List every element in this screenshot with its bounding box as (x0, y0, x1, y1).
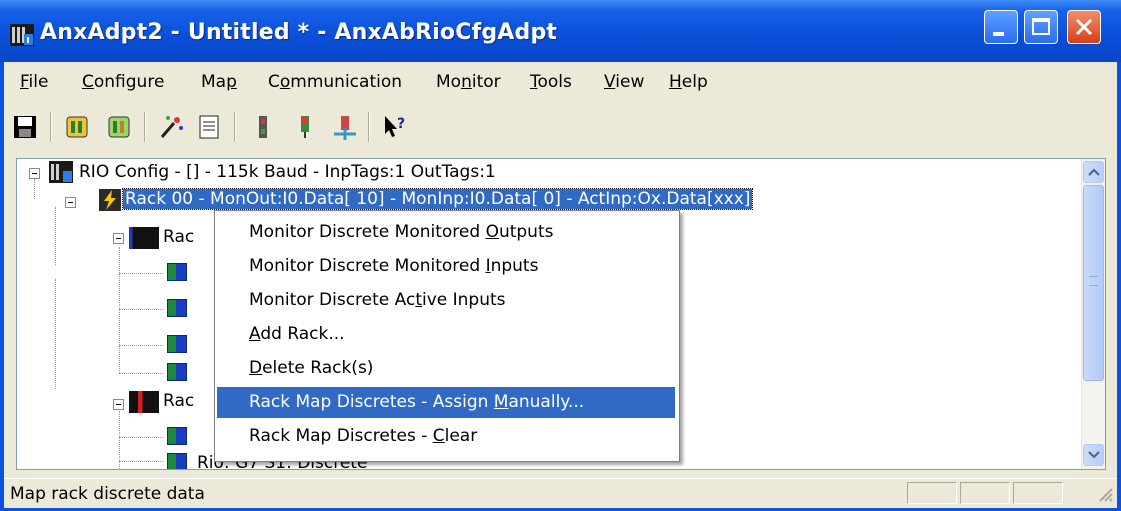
tree-line (119, 247, 120, 373)
resize-grip-icon[interactable] (1094, 483, 1114, 503)
tree-line (119, 373, 163, 374)
chevron-down-icon (1088, 451, 1100, 459)
tree-expander-rack-group-1[interactable] (113, 233, 124, 244)
maximize-button[interactable] (1024, 10, 1058, 44)
tree-line (119, 437, 163, 438)
menu-item-monitor-outputs[interactable]: Monitor Discrete Monitored Outputs (217, 217, 675, 248)
toolbar-separator (144, 112, 146, 142)
discrete-module-icon (167, 427, 187, 445)
magic-wand-icon[interactable] (156, 112, 186, 142)
menu-item-add-rack[interactable]: Add Rack... (217, 319, 675, 350)
close-icon (1075, 18, 1093, 36)
menu-communication[interactable]: Communication (268, 72, 402, 92)
scroll-grip-icon (1089, 276, 1098, 286)
tree-line (119, 273, 163, 274)
app-icon (10, 24, 34, 46)
toolbar: ? (4, 104, 1117, 150)
menu-file[interactable]: File (20, 72, 48, 92)
monitor-signal-icon[interactable] (248, 112, 278, 142)
status-pane (1013, 482, 1063, 504)
scroll-down-button[interactable] (1083, 444, 1104, 466)
menu-help[interactable]: Help (669, 72, 708, 92)
menu-item-assign-manually[interactable]: Rack Map Discretes - Assign Manually... (217, 387, 675, 418)
toolbar-separator (50, 112, 52, 142)
application-window: AnxAdpt2 - Untitled * - AnxAbRioCfgAdpt … (0, 0, 1121, 511)
menu-view[interactable]: View (604, 72, 644, 92)
tree-line (119, 461, 163, 462)
discrete-module-icon (167, 453, 187, 469)
scroll-up-button[interactable] (1083, 161, 1104, 183)
chevron-up-icon (1088, 168, 1100, 176)
tree-line (34, 179, 35, 199)
discrete-module-icon (167, 363, 187, 381)
status-bar: Map rack discrete data (4, 478, 1117, 508)
scroll-thumb[interactable] (1083, 185, 1104, 381)
connect-icon[interactable] (330, 112, 360, 142)
minimize-icon (993, 32, 1004, 36)
menu-monitor[interactable]: Monitor (436, 72, 501, 92)
menu-map[interactable]: Map (201, 72, 237, 92)
close-button[interactable] (1067, 10, 1101, 44)
tree-expander-rack-00[interactable] (65, 197, 76, 208)
document-icon[interactable] (194, 112, 224, 142)
menu-item-delete-rack[interactable]: Delete Rack(s) (217, 353, 675, 384)
context-help-icon[interactable]: ? (380, 112, 410, 142)
discrete-module-icon (167, 299, 187, 317)
tree-node-rack-00[interactable]: Rack 00 - MonOut:I0.Data[ 10] - MonInp:I… (121, 188, 754, 210)
tree-expander-rio-config[interactable] (29, 168, 40, 179)
title-bar[interactable]: AnxAdpt2 - Untitled * - AnxAbRioCfgAdpt (0, 0, 1121, 62)
toolbar-separator (368, 112, 370, 142)
maximize-icon (1032, 18, 1050, 35)
tree-line (55, 279, 56, 389)
tree-line (119, 309, 163, 310)
tree-line (119, 345, 163, 346)
monitor-signal-red-icon[interactable] (290, 112, 320, 142)
toolbar-separator (234, 112, 236, 142)
menu-item-monitor-inputs[interactable]: Monitor Discrete Monitored Inputs (217, 251, 675, 282)
rack-config-alt-icon[interactable] (104, 112, 134, 142)
tree-node-rio-config[interactable]: RIO Config - [] - 115k Baud - InpTags:1 … (79, 162, 496, 182)
status-pane (960, 482, 1010, 504)
rack-config-icon[interactable] (62, 112, 92, 142)
context-menu: Monitor Discrete Monitored Outputs Monit… (214, 210, 680, 462)
tree-expander-rack-group-2[interactable] (113, 399, 124, 410)
minimize-button[interactable] (984, 10, 1018, 44)
vertical-scrollbar[interactable] (1081, 159, 1105, 469)
menu-item-map-clear[interactable]: Rack Map Discretes - Clear (217, 421, 675, 452)
rack-chassis-red-icon (129, 391, 159, 413)
menu-configure[interactable]: Configure (82, 72, 164, 92)
window-title: AnxAdpt2 - Untitled * - AnxAbRioCfgAdpt (40, 20, 558, 45)
discrete-module-icon (167, 335, 187, 353)
menu-item-monitor-active-inputs[interactable]: Monitor Discrete Active Inputs (217, 285, 675, 316)
svg-text:?: ? (397, 116, 405, 132)
tree-node-rack-group-2[interactable]: Rac (163, 391, 194, 411)
menu-tools[interactable]: Tools (530, 72, 572, 92)
status-text: Map rack discrete data (10, 484, 205, 504)
save-icon[interactable] (10, 112, 40, 142)
menu-bar: File Configure Map Communication Monitor… (4, 62, 1117, 102)
tree-line (55, 207, 56, 265)
discrete-module-icon (167, 263, 187, 281)
rio-config-icon (49, 161, 73, 183)
rack-lightning-icon (99, 189, 121, 211)
rack-chassis-icon (129, 227, 159, 249)
status-pane (907, 482, 957, 504)
tree-node-rack-group-1[interactable]: Rac (163, 227, 194, 247)
